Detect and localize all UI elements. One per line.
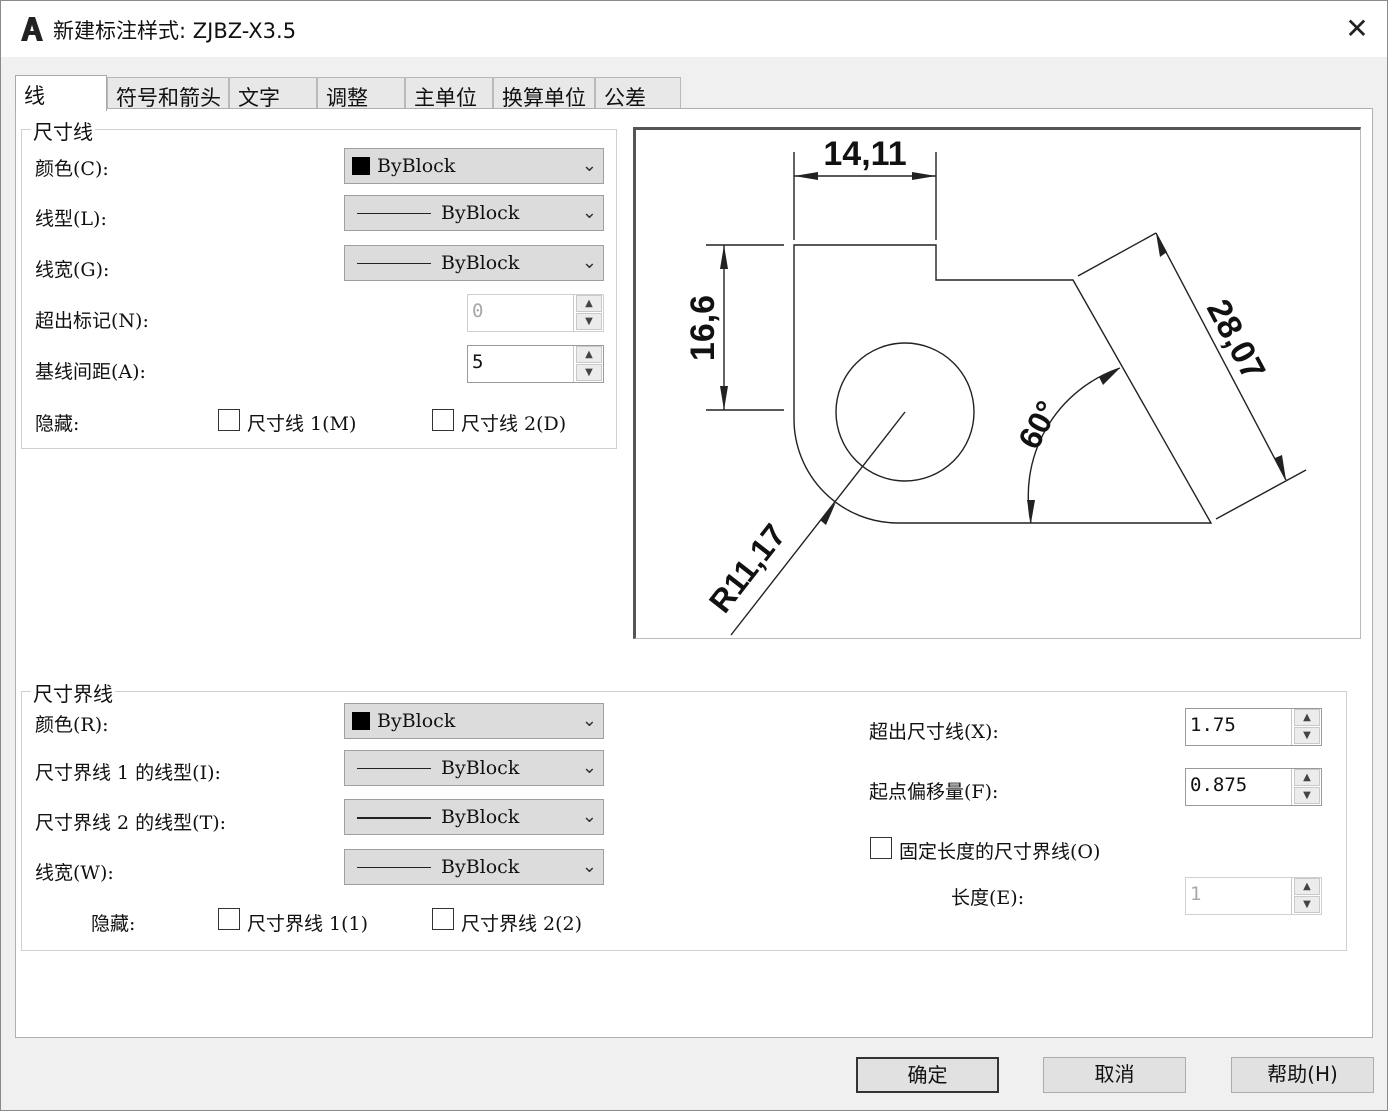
- tab-text[interactable]: 文字: [229, 77, 317, 110]
- suppress-ext1-checkbox[interactable]: [218, 908, 240, 930]
- lineweight-sample: [357, 867, 431, 868]
- dim-linetype-select[interactable]: ByBlock ⌄: [344, 195, 604, 231]
- suppress-ext2-label: 尺寸界线 2(2): [461, 913, 583, 935]
- dim-lineweight-value: ByBlock: [441, 252, 520, 274]
- fixed-length-label: 固定长度的尺寸界线(O): [899, 841, 1101, 863]
- chevron-down-icon: ⌄: [581, 806, 597, 827]
- linetype-sample: [357, 768, 431, 769]
- extend-ticks-value: 0: [472, 300, 484, 322]
- length-spinner[interactable]: 1 ▲ ▼: [1185, 877, 1322, 915]
- extension-lines-legend: 尺寸界线: [31, 678, 115, 707]
- title-bar: 新建标注样式: ZJBZ-X3.5 ✕: [1, 1, 1387, 57]
- ext-color-label: 颜色(R):: [35, 714, 109, 736]
- close-icon[interactable]: ✕: [1337, 11, 1377, 47]
- dim-lineweight-label: 线宽(G):: [35, 259, 110, 281]
- ext-color-value: ByBlock: [377, 710, 456, 732]
- dimension-lines-legend: 尺寸线: [31, 116, 95, 145]
- extend-beyond-label: 超出尺寸线(X):: [869, 721, 999, 743]
- fixed-length-checkbox[interactable]: [870, 837, 892, 859]
- spin-up-icon[interactable]: ▲: [1294, 878, 1320, 895]
- ext-color-select[interactable]: ByBlock ⌄: [344, 703, 604, 739]
- chevron-down-icon: ⌄: [581, 710, 597, 731]
- ext2-linetype-label: 尺寸界线 2 的线型(T):: [35, 812, 227, 834]
- suppress-dim1-label: 尺寸线 1(M): [247, 413, 357, 435]
- spin-up-icon[interactable]: ▲: [576, 346, 602, 363]
- spin-down-icon[interactable]: ▼: [1294, 896, 1320, 913]
- window-title: 新建标注样式: ZJBZ-X3.5: [53, 19, 297, 43]
- chevron-down-icon: ⌄: [581, 856, 597, 877]
- ext2-linetype-select[interactable]: ByBlock ⌄: [344, 799, 604, 835]
- extend-beyond-value: 1.75: [1190, 714, 1236, 736]
- ext1-linetype-label: 尺寸界线 1 的线型(I):: [35, 762, 221, 784]
- dim-text-angle: 60°: [1011, 395, 1066, 455]
- origin-offset-value: 0.875: [1190, 774, 1248, 796]
- color-swatch: [352, 712, 370, 730]
- dim-linetype-value: ByBlock: [441, 202, 520, 224]
- spin-down-icon[interactable]: ▼: [1294, 727, 1320, 744]
- ext-suppress-label: 隐藏:: [91, 913, 136, 935]
- chevron-down-icon: ⌄: [581, 757, 597, 778]
- ext1-linetype-value: ByBlock: [441, 757, 520, 779]
- dim-text-right: 28,07: [1199, 293, 1273, 386]
- spin-down-icon[interactable]: ▼: [576, 364, 602, 381]
- origin-offset-spinner[interactable]: 0.875 ▲ ▼: [1185, 768, 1322, 806]
- suppress-ext1-label: 尺寸界线 1(1): [247, 913, 369, 935]
- spin-up-icon[interactable]: ▲: [576, 295, 602, 312]
- lineweight-sample: [357, 263, 431, 264]
- tab-tolerances[interactable]: 公差: [595, 77, 681, 110]
- suppress-dim1-checkbox[interactable]: [218, 409, 240, 431]
- tab-symbols-arrows[interactable]: 符号和箭头: [107, 77, 229, 110]
- spin-up-icon[interactable]: ▲: [1294, 709, 1320, 726]
- dim-lineweight-select[interactable]: ByBlock ⌄: [344, 245, 604, 281]
- ext-lineweight-label: 线宽(W):: [35, 862, 114, 884]
- tab-alternate-units[interactable]: 换算单位: [493, 77, 595, 110]
- preview-drawing: 14,11 16,6 28,07 60° R11,17: [684, 135, 1307, 636]
- extend-ticks-spinner[interactable]: 0 ▲ ▼: [467, 294, 604, 332]
- dim-color-value: ByBlock: [377, 155, 456, 177]
- dim-color-label: 颜色(C):: [35, 158, 109, 180]
- origin-offset-label: 起点偏移量(F):: [869, 781, 999, 803]
- dim-text-left: 16,6: [684, 295, 722, 361]
- baseline-spacing-label: 基线间距(A):: [35, 361, 146, 383]
- dim-color-select[interactable]: ByBlock ⌄: [344, 148, 604, 184]
- dim-suppress-label: 隐藏:: [35, 413, 80, 435]
- preview-pane: 14,11 16,6 28,07 60° R11,17: [633, 127, 1361, 639]
- spin-down-icon[interactable]: ▼: [576, 313, 602, 330]
- baseline-spacing-value: 5: [472, 351, 484, 373]
- color-swatch: [352, 157, 370, 175]
- baseline-spacing-spinner[interactable]: 5 ▲ ▼: [467, 345, 604, 383]
- spin-down-icon[interactable]: ▼: [1294, 787, 1320, 804]
- help-button[interactable]: 帮助(H): [1231, 1057, 1374, 1093]
- dim-linetype-label: 线型(L):: [35, 208, 107, 230]
- tab-lines[interactable]: 线: [15, 75, 107, 111]
- length-label: 长度(E):: [951, 887, 1025, 909]
- chevron-down-icon: ⌄: [581, 155, 597, 176]
- linetype-sample: [357, 817, 431, 819]
- suppress-dim2-checkbox[interactable]: [432, 409, 454, 431]
- tab-fit[interactable]: 调整: [317, 77, 405, 110]
- suppress-ext2-checkbox[interactable]: [432, 908, 454, 930]
- dimension-style-dialog: 新建标注样式: ZJBZ-X3.5 ✕ 线 符号和箭头 文字 调整 主单位 换算…: [0, 0, 1388, 1111]
- autocad-app-icon: [17, 15, 45, 43]
- suppress-dim2-label: 尺寸线 2(D): [461, 413, 567, 435]
- ext-lineweight-value: ByBlock: [441, 856, 520, 878]
- linetype-sample: [357, 213, 431, 214]
- ext2-linetype-value: ByBlock: [441, 806, 520, 828]
- extend-ticks-label: 超出标记(N):: [35, 310, 149, 332]
- spin-up-icon[interactable]: ▲: [1294, 769, 1320, 786]
- ok-button[interactable]: 确定: [856, 1057, 999, 1093]
- cancel-button[interactable]: 取消: [1043, 1057, 1186, 1093]
- length-value: 1: [1190, 883, 1202, 905]
- extend-beyond-spinner[interactable]: 1.75 ▲ ▼: [1185, 708, 1322, 746]
- ext1-linetype-select[interactable]: ByBlock ⌄: [344, 750, 604, 786]
- ext-lineweight-select[interactable]: ByBlock ⌄: [344, 849, 604, 885]
- dim-text-top: 14,11: [823, 135, 906, 173]
- chevron-down-icon: ⌄: [581, 202, 597, 223]
- tab-primary-units[interactable]: 主单位: [405, 77, 493, 110]
- dim-text-radius: R11,17: [702, 517, 793, 619]
- chevron-down-icon: ⌄: [581, 252, 597, 273]
